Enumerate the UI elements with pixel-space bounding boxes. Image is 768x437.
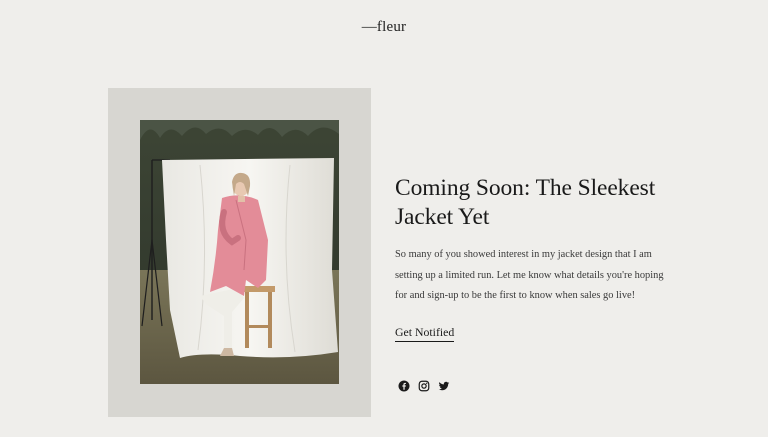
social-links: [398, 380, 450, 392]
facebook-icon[interactable]: [398, 380, 410, 392]
instagram-icon[interactable]: [418, 380, 430, 392]
hero-description: So many of you showed interest in my jac…: [395, 249, 664, 301]
hero-title: Coming Soon: The Sleekest Jacket Yet: [395, 175, 656, 230]
media-panel: [108, 88, 371, 417]
get-notified-link[interactable]: Get Notified: [395, 325, 455, 342]
hero-content: Coming Soon: The Sleekest Jacket Yet So …: [395, 174, 665, 342]
site-logo[interactable]: —fleur: [0, 19, 768, 36]
hero-photo: [140, 120, 339, 384]
twitter-icon[interactable]: [438, 380, 450, 392]
